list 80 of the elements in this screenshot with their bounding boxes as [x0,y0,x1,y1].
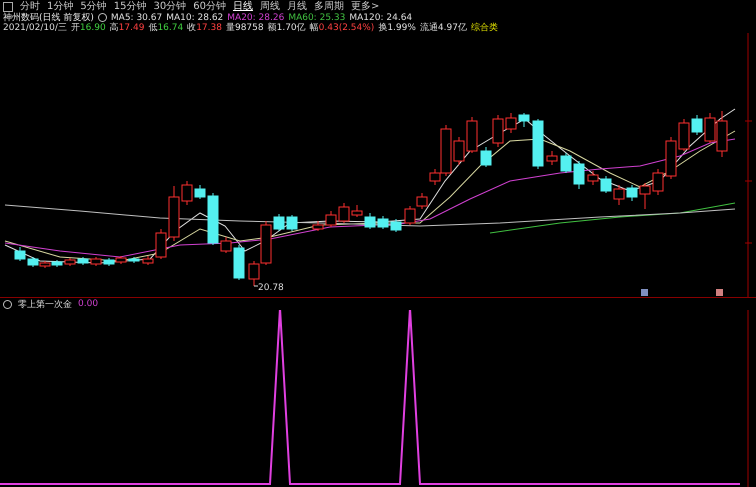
candlestick [640,182,650,210]
candlestick [518,112,530,128]
period-tab[interactable]: 1分钟 [47,0,74,12]
event-marker-icon[interactable] [716,289,723,296]
candlestick [404,206,416,226]
candlestick [156,228,166,260]
candlestick [614,184,624,206]
candlestick [78,256,88,266]
candlestick [220,236,232,254]
candlestick [14,246,26,262]
candlestick [678,118,690,152]
candlestick [312,220,324,232]
settings-icon[interactable] [3,300,12,308]
period-tab[interactable]: 月线 [286,0,307,12]
candlestick [574,160,584,190]
candlestick [338,202,350,224]
event-marker-icon[interactable] [641,289,648,296]
candlestick [142,256,154,266]
period-tab[interactable]: 更多> [350,0,380,12]
candlestick [390,218,402,232]
period-tab[interactable]: 日线 [232,0,253,12]
period-tab[interactable]: 30分钟 [153,0,186,12]
candlestick [326,210,336,228]
candlestick [626,184,638,202]
quote-value: 综合类 [470,23,498,33]
candlestick [104,258,114,266]
period-tab[interactable]: 分时 [20,0,40,12]
candlestick [652,168,664,196]
period-tab[interactable]: 周线 [260,0,280,12]
candlestick [378,216,388,230]
candlestick [546,150,558,166]
candlestick [28,256,38,268]
candlestick [208,192,218,246]
quote-value: 低16.74 [148,23,184,33]
candlestick [416,192,428,210]
candlestick [274,214,284,232]
candlestick [116,256,126,264]
indicator-value: 0.00 [78,299,98,309]
chart-mode-icon[interactable] [3,2,13,12]
candlestick [506,112,516,134]
candlestick [64,258,76,266]
quote-value: 收17.38 [187,23,222,33]
candlestick [454,136,464,166]
settings-icon[interactable] [98,13,107,22]
candlestick [560,152,572,174]
moving-average-value: MA120: 24.64 [349,13,412,23]
period-tab[interactable]: 15分钟 [114,0,146,12]
candlestick [234,244,244,280]
low-price-label: 20.78 [258,283,284,293]
period-tab[interactable]: 60分钟 [193,0,226,12]
candlestick [352,204,362,218]
quote-date: 2021/02/10/三 [3,23,67,33]
candlestick [286,214,298,232]
period-tab[interactable]: 多周期 [314,0,344,12]
candlestick [168,186,180,242]
moving-average-value: MA60: 25.33 [288,13,346,23]
moving-average-value: MA5: 30.67 [110,13,162,23]
quote-value: 流通4.97亿 [420,23,467,33]
quote-value: 额1.70亿 [268,23,306,33]
candlestick [466,116,478,154]
quote-value: 开16.90 [70,23,106,33]
moving-average-value: MA20: 28.26 [227,13,284,23]
quote-value: 量98758 [226,23,264,33]
candlestick [600,176,612,194]
candlestick [128,256,140,264]
quote-value: 幅0.43(2.54%) [310,23,374,33]
stock-title: 神州数码(日线 前复权) [3,13,94,23]
indicator-name: 零上第一次金 [18,298,72,310]
candlestick [364,212,376,230]
quote-value: 高17.49 [110,23,144,33]
candlestick [692,114,702,136]
candlestick [588,170,598,186]
moving-average-value: MA10: 28.62 [166,13,224,23]
candlestick [182,180,192,206]
candlestick [90,256,102,266]
period-tab[interactable]: 5分钟 [80,0,107,12]
quote-value: 换1.99% [378,23,416,33]
candlestick [194,184,206,200]
candlestick [532,118,544,170]
candlestick [666,136,676,180]
